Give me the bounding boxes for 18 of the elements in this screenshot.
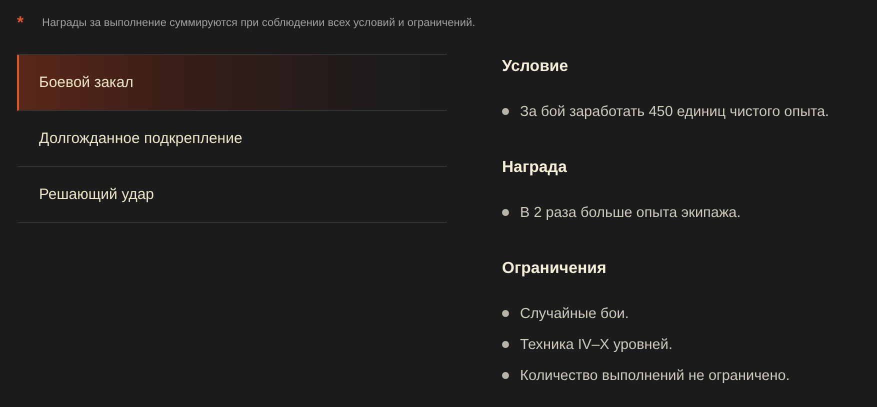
- list-item-text: Количество выполнений не ограничено.: [520, 368, 790, 384]
- asterisk: *: [17, 14, 25, 32]
- section-heading: Ограничения: [502, 260, 608, 278]
- list-item-text: В 2 раза больше опыта экипажа.: [520, 204, 741, 220]
- section-heading: Условие: [502, 58, 570, 76]
- mission-tab[interactable]: Решающий удар: [17, 167, 447, 223]
- list-item-text: Техника IV–X уровней.: [520, 336, 672, 352]
- bullet-icon: [502, 108, 509, 115]
- bullet-icon: [502, 310, 509, 317]
- mission-tab[interactable]: Долгожданное подкрепление: [17, 111, 447, 167]
- section-heading: Награда: [502, 159, 568, 177]
- list-item-text: Случайные бои.: [520, 306, 629, 322]
- footnote-text: Награды за выполнение суммируются при соблюдении всех условий и ограничений.: [42, 17, 476, 29]
- bullet-icon: [502, 209, 509, 216]
- bullet-icon: [502, 341, 509, 348]
- mission-tab[interactable]: Боевой закал: [17, 55, 447, 111]
- list-item-text: За бой заработать 450 единиц чистого опыта.: [520, 104, 830, 120]
- bullet-icon: [502, 372, 509, 379]
